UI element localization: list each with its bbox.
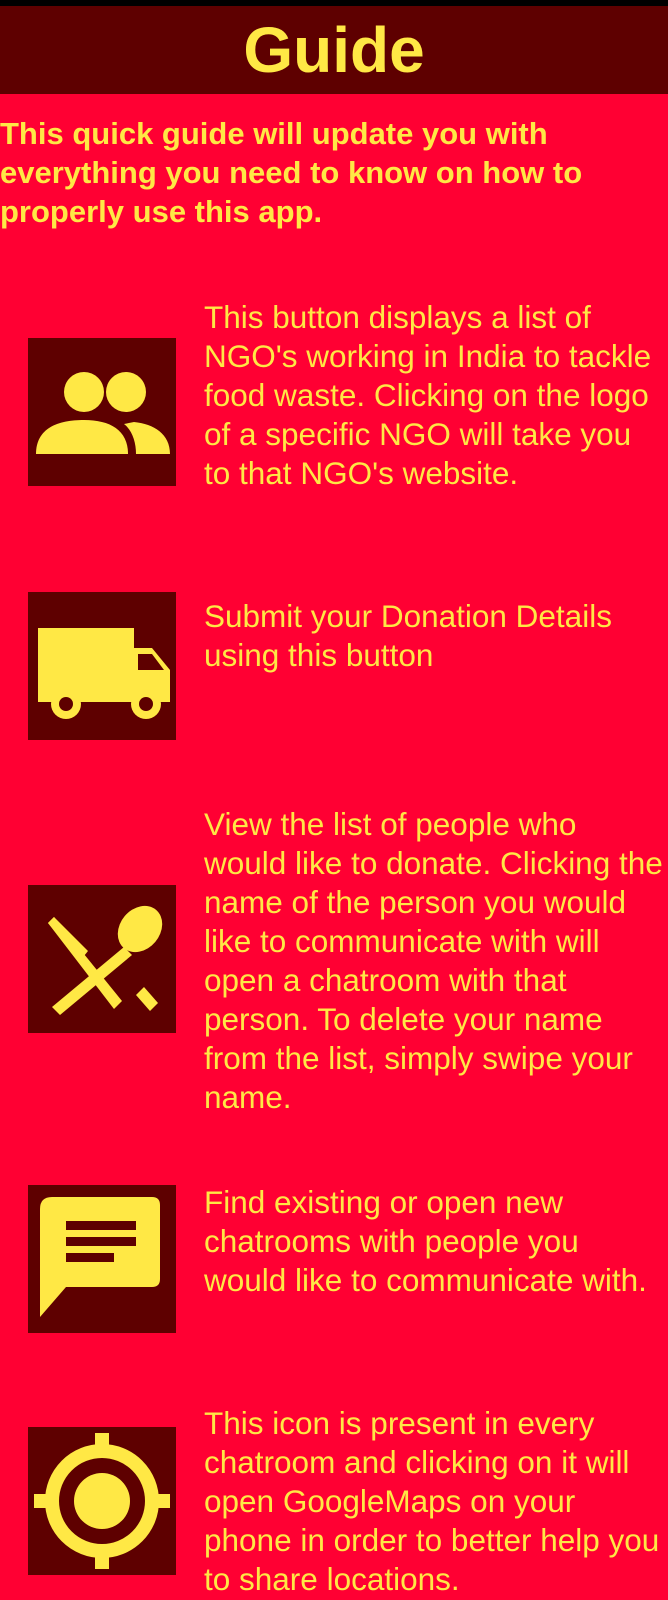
restaurant-icon-graphic	[48, 905, 163, 1015]
location-icon	[28, 1427, 176, 1575]
truck-icon	[28, 592, 176, 740]
truck-icon-graphic	[38, 628, 170, 719]
guide-item-chat-text: Find existing or open new chatrooms with…	[204, 1184, 647, 1298]
restaurant-icon	[28, 885, 176, 1033]
guide-item-ngo-text: This button displays a list of NGO's wor…	[204, 299, 652, 491]
group-icon-graphic	[36, 372, 170, 454]
location-icon-graphic	[34, 1433, 170, 1569]
guide-item-location-text: This icon is present in every chatroom a…	[204, 1405, 660, 1597]
chat-icon-graphic	[40, 1197, 160, 1317]
app-header: Guide	[0, 6, 668, 94]
guide-item-donors-text: View the list of people who would like t…	[204, 806, 663, 1115]
intro-text: This quick guide will update you with ev…	[0, 116, 583, 229]
group-icon	[28, 338, 176, 486]
page-title: Guide	[243, 14, 425, 86]
chat-icon	[28, 1185, 176, 1333]
guide-item-donation-text: Submit your Donation Details using this …	[204, 598, 612, 673]
